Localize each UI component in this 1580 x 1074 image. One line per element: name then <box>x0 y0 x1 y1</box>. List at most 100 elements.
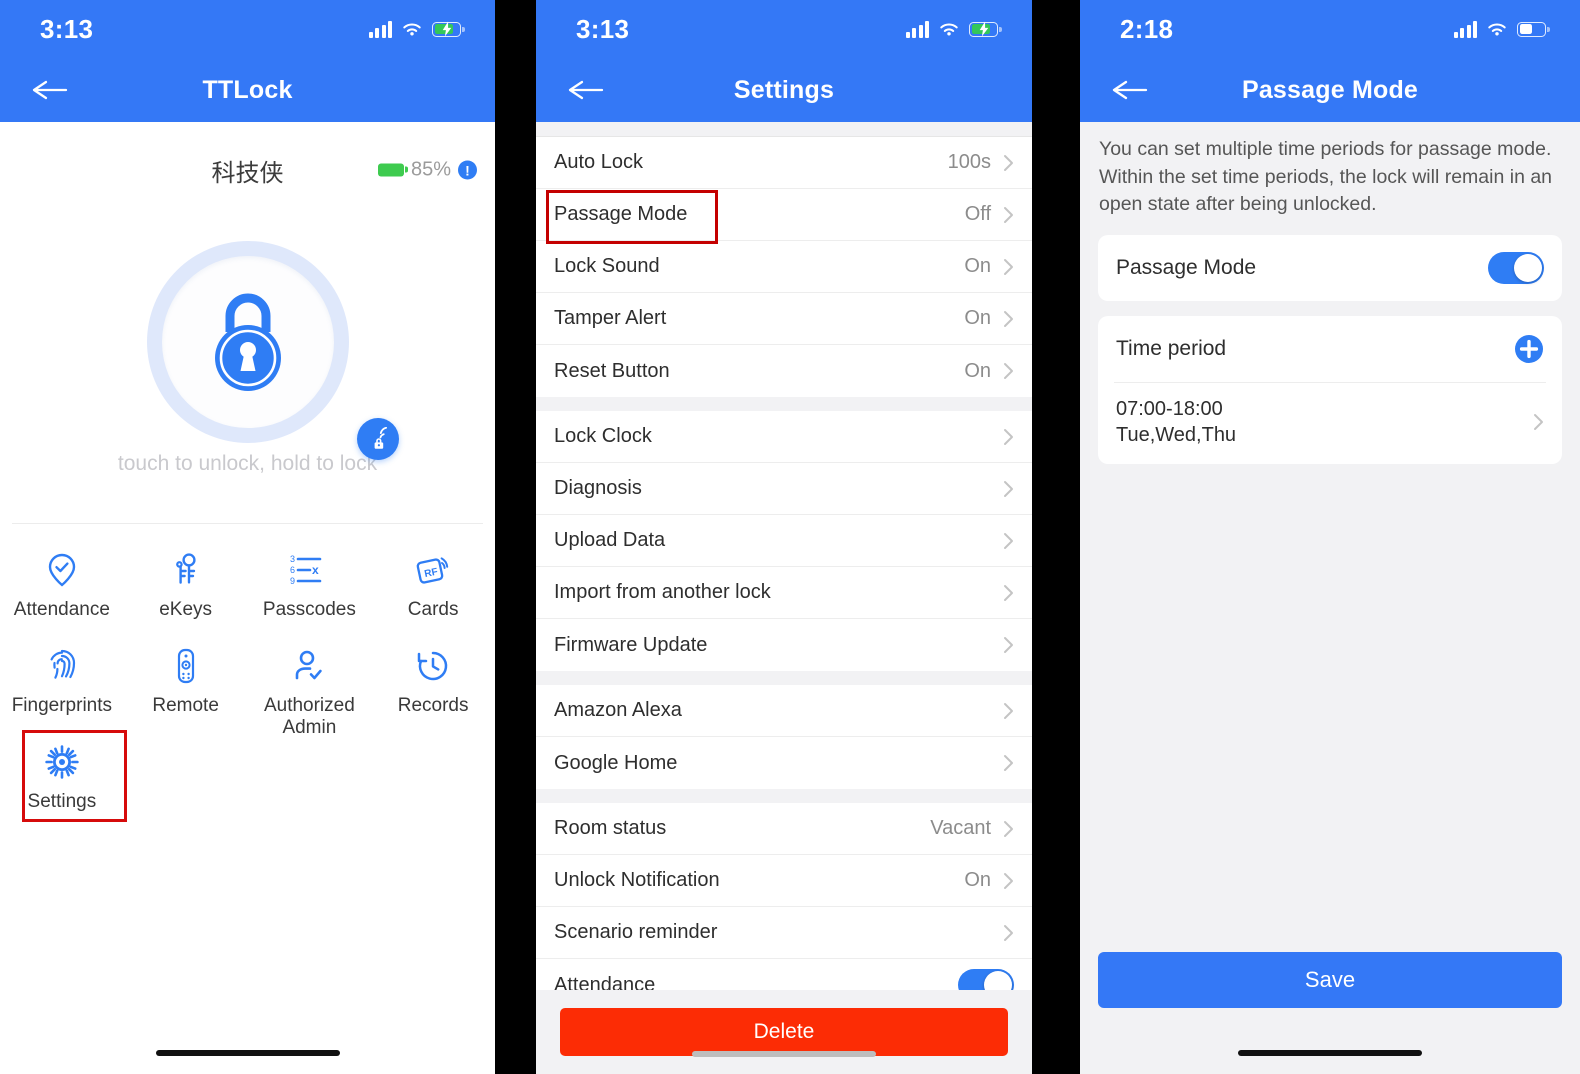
settings-row-google-home[interactable]: Google Home <box>536 737 1032 789</box>
lock-button-area[interactable] <box>0 218 495 466</box>
chevron-right-icon <box>1004 154 1013 171</box>
settings-row-diagnosis[interactable]: Diagnosis <box>536 463 1032 515</box>
grid-item-remote[interactable]: Remote <box>124 646 248 742</box>
chevron-right-icon <box>1004 872 1013 889</box>
list-top-edge <box>536 122 1032 136</box>
settings-row-amazon-alexa[interactable]: Amazon Alexa <box>536 685 1032 737</box>
passage-mode-row[interactable]: Passage Mode <box>1098 235 1562 301</box>
grid-item-label: Cards <box>407 599 459 620</box>
back-arrow-icon[interactable] <box>566 75 606 105</box>
passage-mode-description: You can set multiple time periods for pa… <box>1099 138 1553 216</box>
status-bar: 3:13 <box>536 0 1032 58</box>
grid-item-settings[interactable]: Settings <box>0 730 127 838</box>
signal-bars-icon <box>905 20 929 38</box>
toggle-knob <box>1514 254 1542 283</box>
settings-group-lock-behavior: Auto Lock 100s Passage Mode Off Lock Sou… <box>536 136 1032 397</box>
row-label: Amazon Alexa <box>554 699 682 721</box>
grid-item-records[interactable]: Records <box>371 646 495 742</box>
svg-text:9: 9 <box>290 576 295 586</box>
group-spacer <box>536 671 1032 685</box>
nav-bar: TTLock <box>0 58 495 122</box>
phone-panel-settings: 3:13 Settings Auto Lock 100s Passage Mod… <box>536 0 1032 1074</box>
nav-bar: Settings <box>536 58 1032 122</box>
settings-row-lock-sound[interactable]: Lock Sound On <box>536 241 1032 293</box>
lock-inner-circle[interactable] <box>161 256 334 428</box>
page-title: Passage Mode <box>1241 75 1419 104</box>
chevron-right-icon <box>1004 924 1013 941</box>
chevron-right-icon <box>1004 363 1013 379</box>
status-bar: 2:18 <box>1080 0 1580 58</box>
grid-item-authorized-admin[interactable]: Authorized Admin <box>248 646 372 742</box>
home-indicator <box>155 1050 340 1056</box>
grid-item-fingerprints[interactable]: Fingerprints <box>0 646 124 742</box>
row-value: On <box>964 359 991 382</box>
time-period-range: 07:00-18:00 <box>1116 398 1223 421</box>
settings-row-lock-clock[interactable]: Lock Clock <box>536 411 1032 463</box>
panel-gap <box>1032 0 1080 1074</box>
grid-item-label: Passcodes <box>262 599 356 620</box>
back-arrow-icon[interactable] <box>30 75 70 105</box>
device-name: 科技侠 <box>211 159 284 187</box>
page-title: TTLock <box>202 75 293 104</box>
grid-item-passcodes[interactable]: 3 6 9 x Passcodes <box>248 550 372 646</box>
battery-percent: 85% <box>410 158 451 181</box>
info-icon[interactable]: ! <box>458 160 477 180</box>
battery-charging-icon <box>432 21 465 37</box>
chevron-right-icon <box>1004 428 1013 445</box>
delete-button[interactable]: Delete <box>560 1008 1008 1056</box>
time-period-text: 07:00-18:00 Tue,Wed,Thu <box>1116 396 1533 449</box>
time-period-item[interactable]: 07:00-18:00 Tue,Wed,Thu <box>1098 383 1562 464</box>
row-label: Import from another lock <box>554 581 771 603</box>
svg-text:x: x <box>312 563 319 577</box>
settings-row-unlock-notification[interactable]: Unlock Notification On <box>536 855 1032 907</box>
settings-row-tamper-alert[interactable]: Tamper Alert On <box>536 293 1032 345</box>
row-label: Diagnosis <box>554 477 642 499</box>
time-period-card: Time period 07:00-18:00 Tue,Wed,Thu <box>1098 316 1562 464</box>
settings-row-passage-mode[interactable]: Passage Mode Off <box>536 189 1032 244</box>
phone-panel-passage-mode: 2:18 Passage Mode You can set multiple t… <box>1080 0 1580 1074</box>
settings-row-auto-lock[interactable]: Auto Lock 100s <box>536 137 1032 189</box>
add-plus-icon[interactable] <box>1514 334 1544 364</box>
grid-item-attendance[interactable]: Attendance <box>0 550 124 646</box>
settings-row-upload-data[interactable]: Upload Data <box>536 515 1032 567</box>
back-arrow-icon[interactable] <box>1110 75 1150 105</box>
settings-row-import-from-another-lock[interactable]: Import from another lock <box>536 567 1032 619</box>
row-label: Lock Sound <box>554 255 660 277</box>
status-bar-clock: 3:13 <box>40 13 94 44</box>
settings-row-scenario-reminder[interactable]: Scenario reminder <box>536 907 1032 959</box>
battery-icon <box>377 163 408 177</box>
status-bar: 3:13 <box>0 0 495 58</box>
status-bar-indicators <box>1453 20 1550 38</box>
row-value: On <box>964 307 991 329</box>
grid-item-ekeys[interactable]: eKeys <box>124 550 248 646</box>
chevron-right-icon <box>1004 532 1013 549</box>
passage-mode-toggle[interactable] <box>1488 252 1544 285</box>
group-spacer <box>536 397 1032 411</box>
page-title: Settings <box>733 75 835 104</box>
settings-row-firmware-update[interactable]: Firmware Update <box>536 619 1032 671</box>
bluetooth-lock-signal-icon[interactable] <box>357 418 399 460</box>
time-period-header: Time period <box>1098 316 1562 382</box>
row-label: Lock Clock <box>554 425 652 447</box>
device-battery-indicator: 85% ! <box>377 158 477 182</box>
settings-list[interactable]: Auto Lock 100s Passage Mode Off Lock Sou… <box>536 122 1032 1074</box>
wifi-icon <box>940 22 958 36</box>
grid-item-cards[interactable]: RF Cards <box>371 550 495 646</box>
settings-row-room-status[interactable]: Room status Vacant <box>536 803 1032 855</box>
battery-icon <box>1517 21 1550 37</box>
grid-item-label: Records <box>397 695 469 716</box>
padlock-icon <box>214 293 281 391</box>
delete-button-bar: Delete <box>536 990 1032 1074</box>
lock-ring[interactable] <box>146 241 349 443</box>
signal-bars-icon <box>1453 20 1477 38</box>
row-value: Vacant <box>930 817 991 839</box>
settings-row-reset-button[interactable]: Reset Button On <box>536 345 1032 397</box>
chevron-right-icon <box>1004 310 1013 327</box>
save-button[interactable]: Save <box>1098 952 1562 1008</box>
chevron-right-icon <box>1004 755 1013 771</box>
status-bar-indicators <box>368 20 465 38</box>
status-bar-clock: 3:13 <box>576 13 630 44</box>
svg-text:6: 6 <box>290 565 295 575</box>
time-period-days: Tue,Wed,Thu <box>1116 424 1237 447</box>
attendance-check-pin-icon <box>45 550 79 590</box>
